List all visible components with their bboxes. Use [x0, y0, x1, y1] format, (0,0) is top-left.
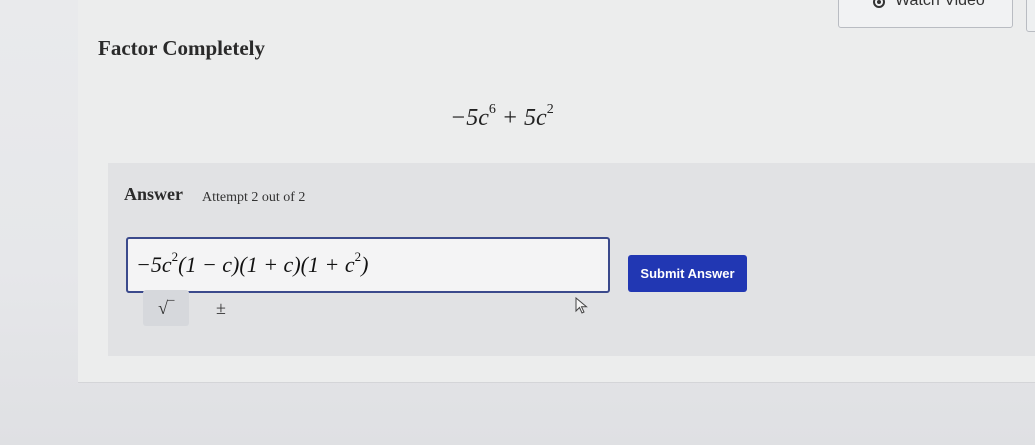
expr-term-2: + 5c	[495, 105, 547, 131]
play-circle-icon	[873, 0, 885, 8]
input-body: (1 − c)(1 + c)(1 + c	[178, 252, 355, 277]
square-root-icon: √‾	[158, 297, 174, 318]
problem-expression: −5c6 + 5c2	[450, 102, 554, 132]
attempt-counter: Attempt 2 out of 2	[202, 190, 306, 205]
expr-exponent-1: 6	[488, 102, 496, 117]
square-root-button[interactable]: √‾	[143, 290, 189, 326]
submit-answer-button[interactable]: Submit Answer	[628, 255, 747, 292]
expr-exponent-2: 2	[546, 102, 554, 117]
plus-minus-icon: ±	[216, 297, 226, 318]
input-lead: −5c	[136, 252, 172, 277]
watch-video-label: Watch Video	[895, 0, 985, 9]
expr-term-1: −5c	[450, 105, 489, 131]
watch-video-button[interactable]: Watch Video	[838, 0, 1013, 28]
answer-label: Answer	[124, 184, 183, 204]
answer-input[interactable]: −5c2(1 − c)(1 + c)(1 + c2)	[126, 237, 610, 293]
input-tail: )	[361, 252, 369, 277]
mouse-cursor-icon	[575, 297, 588, 314]
plus-minus-button[interactable]: ±	[198, 290, 244, 326]
side-button-edge[interactable]	[1026, 0, 1035, 32]
question-title: Factor Completely	[98, 36, 265, 60]
